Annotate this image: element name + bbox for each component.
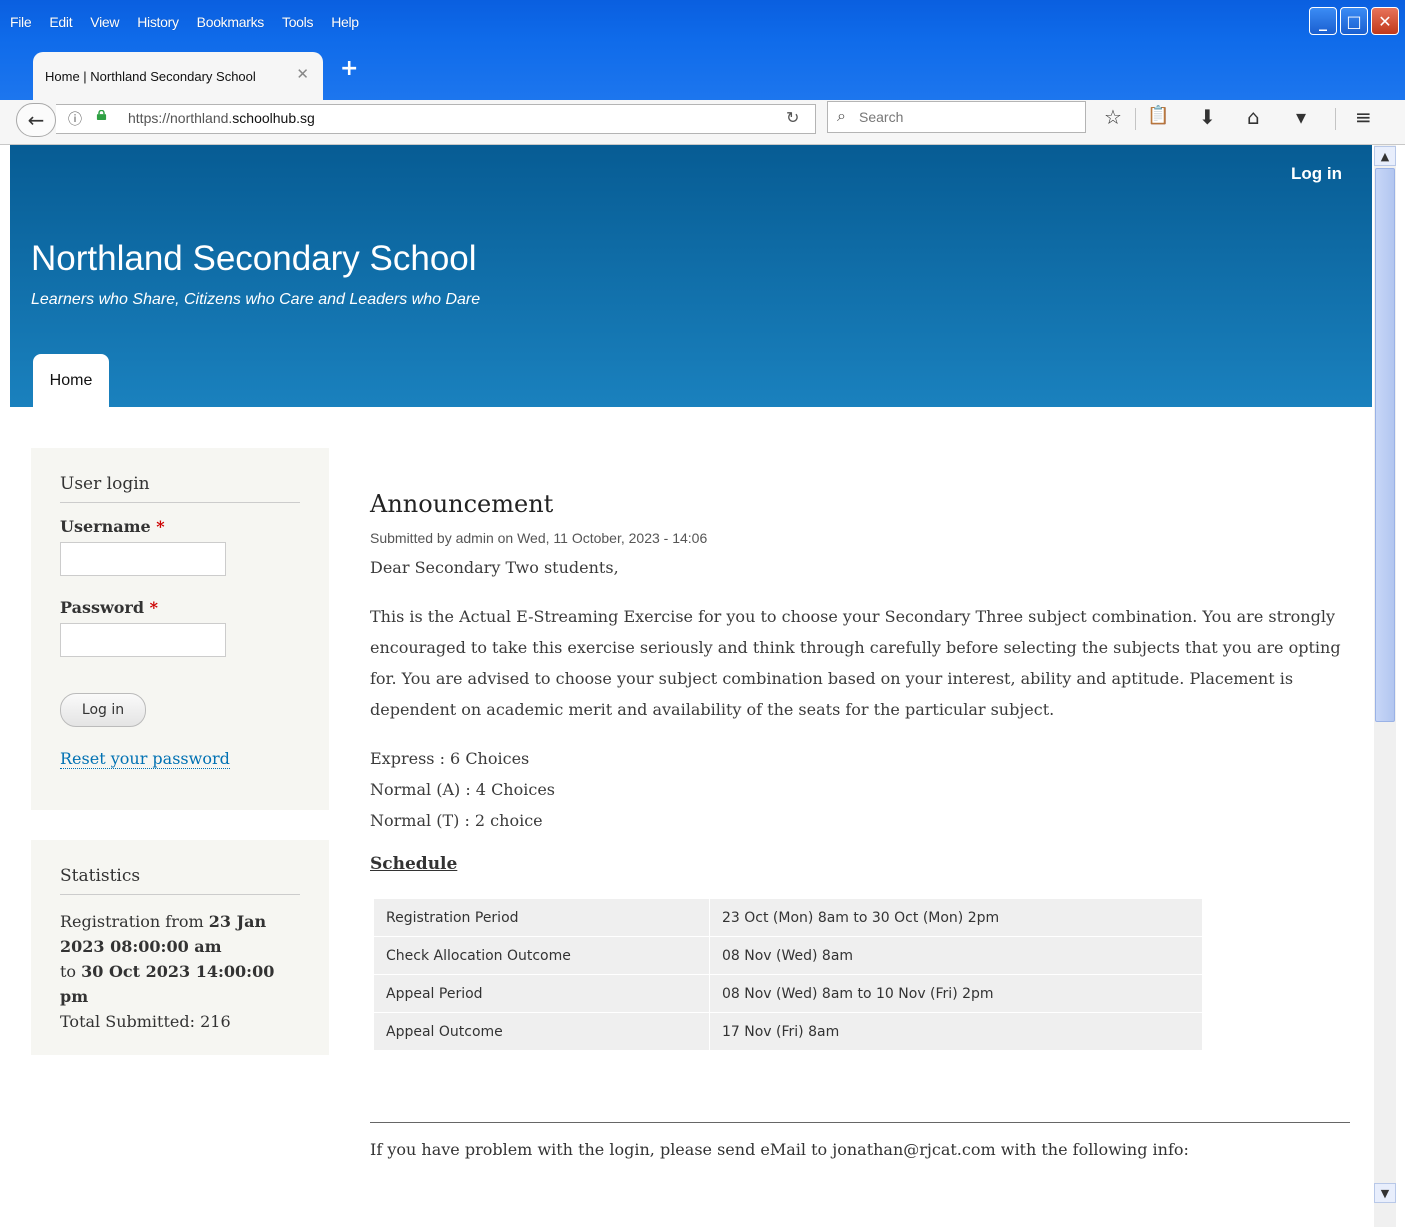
toolbar-separator — [1335, 108, 1336, 130]
url-text[interactable]: https://northland.schoolhub.sg — [128, 110, 315, 126]
home-icon[interactable]: ⌂ — [1247, 105, 1260, 129]
scrollbar-thumb[interactable] — [1375, 168, 1395, 722]
maximize-button[interactable]: □ — [1340, 7, 1368, 35]
table-cell: 17 Nov (Fri) 8am — [709, 1012, 1203, 1051]
window-controls: _ □ ✕ — [1309, 7, 1399, 35]
table-row: Registration Period 23 Oct (Mon) 8am to … — [373, 898, 1203, 937]
menu-bar: File Edit View History Bookmarks Tools H… — [0, 0, 359, 44]
choice-normal-a: Normal (A) : 4 Choices — [370, 780, 555, 799]
table-row: Check Allocation Outcome 08 Nov (Wed) 8a… — [373, 936, 1203, 975]
required-marker: * — [156, 517, 165, 536]
toolbar-separator — [1135, 108, 1136, 130]
page-viewport: Log in Northland Secondary School Learne… — [10, 145, 1372, 1227]
divider — [370, 1122, 1350, 1123]
table-cell: 23 Oct (Mon) 8am to 30 Oct (Mon) 2pm — [709, 898, 1203, 937]
table-row: Appeal Outcome 17 Nov (Fri) 8am — [373, 1012, 1203, 1051]
search-placeholder: Search — [859, 109, 904, 125]
schedule-heading: Schedule — [370, 854, 458, 874]
table-cell: 08 Nov (Wed) 8am to 10 Nov (Fri) 2pm — [709, 974, 1203, 1013]
user-login-title: User login — [60, 448, 300, 503]
menu-bookmarks[interactable]: Bookmarks — [197, 14, 265, 30]
table-cell: 08 Nov (Wed) 8am — [709, 936, 1203, 975]
login-button[interactable]: Log in — [60, 693, 146, 727]
submitted-info: Submitted by admin on Wed, 11 October, 2… — [370, 530, 708, 546]
statistics-text: Registration from 23 Jan 2023 08:00:00 a… — [60, 912, 275, 1031]
user-login-block: User login Username * Password * Log in … — [31, 448, 329, 810]
menu-history[interactable]: History — [137, 14, 179, 30]
username-label: Username * — [60, 517, 165, 536]
reload-icon[interactable]: ↻ — [786, 108, 799, 127]
main-content: Announcement Submitted by admin on Wed, … — [370, 490, 1350, 1159]
back-button[interactable]: ← — [16, 103, 56, 137]
schedule-table: Registration Period 23 Oct (Mon) 8am to … — [373, 898, 1203, 1051]
menu-view[interactable]: View — [90, 14, 119, 30]
pocket-icon[interactable]: ▾ — [1296, 105, 1306, 129]
site-name[interactable]: Northland Secondary School — [31, 239, 477, 279]
statistics-block: Statistics Registration from 23 Jan 2023… — [31, 840, 329, 1055]
browser-tab-home[interactable]: Home | Northland Secondary School ✕ — [33, 52, 323, 100]
password-label: Password * — [60, 598, 158, 617]
tab-title: Home | Northland Secondary School — [45, 68, 256, 84]
nav-tab-home[interactable]: Home — [33, 354, 109, 407]
greeting-text: Dear Secondary Two students, — [370, 558, 619, 577]
site-info-icon[interactable]: ⓘ — [68, 109, 82, 129]
bookmark-star-icon[interactable]: ☆ — [1104, 105, 1122, 129]
choice-express: Express : 6 Choices — [370, 749, 530, 768]
registration-to-date: 30 Oct 2023 14:00:00 pm — [60, 962, 275, 1006]
menu-file[interactable]: File — [10, 14, 32, 30]
site-header: Log in Northland Secondary School Learne… — [10, 145, 1372, 407]
required-marker: * — [149, 598, 158, 617]
site-slogan: Learners who Share, Citizens who Care an… — [31, 291, 481, 308]
table-cell: Check Allocation Outcome — [373, 936, 710, 975]
back-arrow-icon: ← — [27, 108, 45, 132]
login-help-text: If you have problem with the login, plea… — [370, 1140, 1189, 1159]
table-row: Appeal Period 08 Nov (Wed) 8am to 10 Nov… — [373, 974, 1203, 1013]
article-title[interactable]: Announcement — [370, 490, 1350, 518]
downloads-icon[interactable]: ⬇ — [1199, 105, 1216, 129]
statistics-title: Statistics — [60, 840, 300, 895]
tab-close-icon[interactable]: ✕ — [296, 65, 309, 83]
username-input[interactable] — [60, 542, 226, 576]
new-tab-button[interactable]: + — [340, 56, 358, 81]
choice-normal-t: Normal (T) : 2 choice — [370, 811, 543, 830]
table-cell: Registration Period — [373, 898, 710, 937]
hamburger-menu-icon[interactable]: ≡ — [1355, 105, 1372, 129]
reset-password-link[interactable]: Reset your password — [60, 749, 230, 769]
reading-list-icon[interactable]: 📋 — [1147, 105, 1169, 126]
menu-help[interactable]: Help — [331, 14, 359, 30]
password-input[interactable] — [60, 623, 226, 657]
menu-tools[interactable]: Tools — [282, 14, 313, 30]
total-submitted-count: 216 — [200, 1012, 231, 1031]
scroll-up-icon[interactable]: ▲ — [1374, 146, 1396, 166]
choices-list: Express : 6 Choices Normal (A) : 4 Choic… — [370, 743, 1350, 836]
search-icon: ⌕ — [837, 106, 846, 125]
lock-icon — [96, 110, 107, 120]
menu-edit[interactable]: Edit — [49, 14, 72, 30]
body-text: This is the Actual E-Streaming Exercise … — [370, 607, 1341, 719]
table-cell: Appeal Outcome — [373, 1012, 710, 1051]
close-window-button[interactable]: ✕ — [1371, 7, 1399, 35]
scroll-down-icon[interactable]: ▼ — [1374, 1183, 1396, 1203]
header-login-link[interactable]: Log in — [1291, 164, 1342, 184]
table-cell: Appeal Period — [373, 974, 710, 1013]
minimize-button[interactable]: _ — [1309, 7, 1337, 35]
